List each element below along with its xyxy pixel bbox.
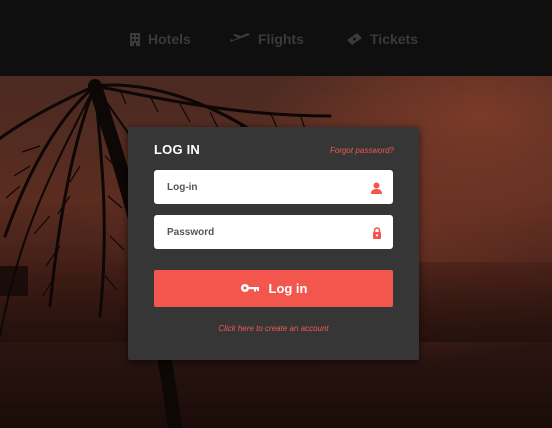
- nav-item-label: Hotels: [148, 31, 191, 47]
- building-icon: [129, 32, 141, 46]
- nav-item-flights[interactable]: Flights: [229, 28, 304, 50]
- top-nav-bar: Hotels Flights Tickets: [0, 0, 552, 76]
- lock-icon: [372, 226, 382, 244]
- forgot-password-link[interactable]: Forgot password?: [330, 146, 394, 155]
- user-icon: [371, 181, 382, 199]
- login-field: [154, 170, 393, 204]
- login-title: LOG IN: [154, 142, 200, 157]
- create-account-link[interactable]: Click here to create an account: [128, 324, 419, 333]
- password-field: [154, 215, 393, 249]
- login-button-label: Log in: [268, 281, 308, 296]
- key-icon: [240, 281, 260, 296]
- nav-item-label: Flights: [258, 31, 304, 47]
- login-button[interactable]: Log in: [154, 270, 393, 307]
- ticket-icon: [346, 32, 363, 46]
- nav-item-label: Tickets: [370, 31, 418, 47]
- nav-item-tickets[interactable]: Tickets: [346, 28, 418, 50]
- airplane-icon: [229, 32, 251, 46]
- password-input[interactable]: [154, 215, 364, 249]
- login-card: LOG IN Forgot password? Log in Click her…: [128, 127, 419, 360]
- main-nav: Hotels Flights Tickets: [0, 28, 552, 50]
- login-input[interactable]: [154, 170, 364, 204]
- nav-item-hotels[interactable]: Hotels: [129, 28, 191, 50]
